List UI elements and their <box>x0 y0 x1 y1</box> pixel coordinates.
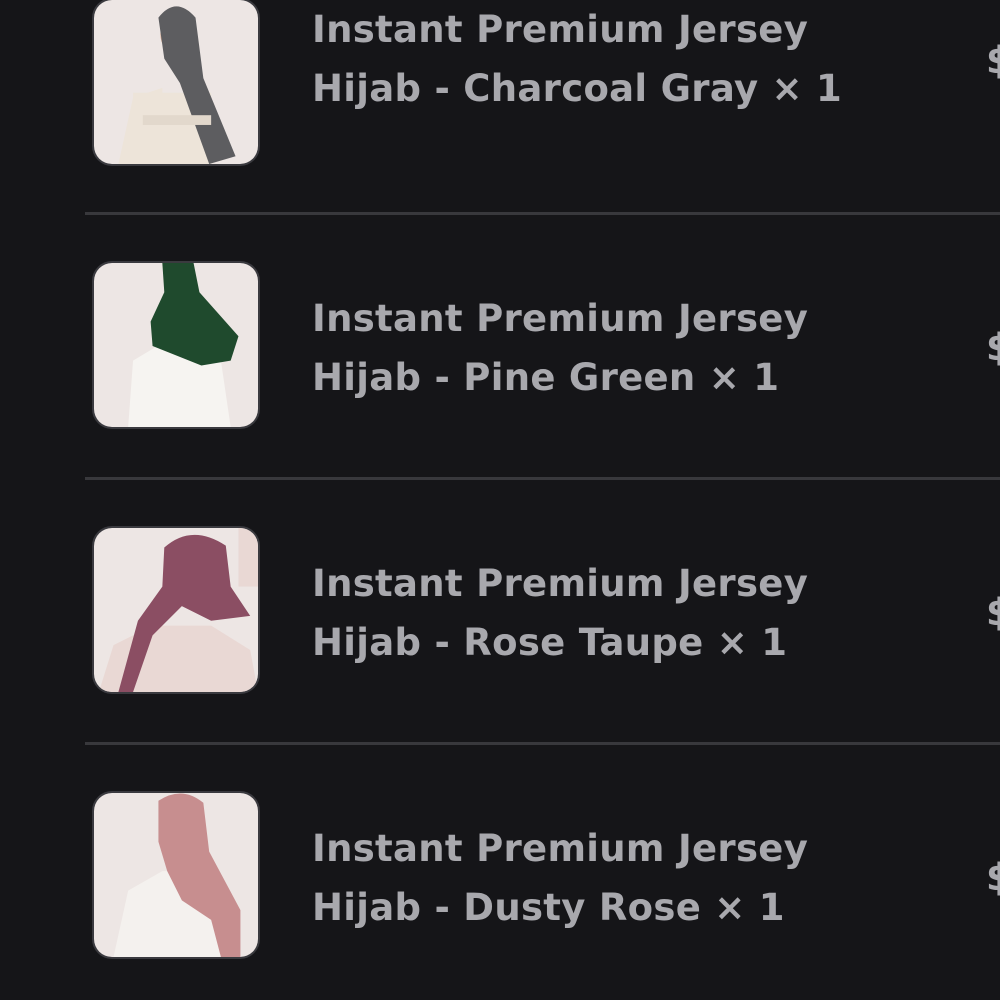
item-title-line-2: Hijab - Charcoal Gray × 1 <box>312 67 843 110</box>
item-title-line-1: Instant Premium Jersey <box>312 562 809 605</box>
order-item[interactable]: Instant Premium Jersey Hijab - Pine Gree… <box>0 214 1000 480</box>
order-item[interactable]: Instant Premium Jersey Hijab - Charcoal … <box>0 0 1000 214</box>
product-image <box>94 528 258 692</box>
item-price: $ <box>986 39 1000 82</box>
product-image <box>94 793 258 957</box>
item-title-line-1: Instant Premium Jersey <box>312 8 809 51</box>
product-image <box>94 263 258 427</box>
product-thumbnail <box>92 261 260 429</box>
item-price: $ <box>986 326 1000 369</box>
item-price: $ <box>986 591 1000 634</box>
order-item[interactable]: Instant Premium Jersey Hijab - Dusty Ros… <box>0 744 1000 1000</box>
item-title-line-2: Hijab - Dusty Rose × 1 <box>312 886 785 929</box>
product-image <box>94 0 258 164</box>
product-thumbnail <box>92 0 260 166</box>
item-title-line-2: Hijab - Pine Green × 1 <box>312 356 780 399</box>
order-item[interactable]: Instant Premium Jersey Hijab - Rose Taup… <box>0 479 1000 745</box>
item-title-line-2: Hijab - Rose Taupe × 1 <box>312 621 788 664</box>
item-price: $ <box>986 856 1000 899</box>
order-summary-list: Instant Premium Jersey Hijab - Charcoal … <box>0 0 1000 1000</box>
item-title-line-1: Instant Premium Jersey <box>312 827 809 870</box>
product-thumbnail <box>92 791 260 959</box>
product-thumbnail <box>92 526 260 694</box>
item-title-line-1: Instant Premium Jersey <box>312 297 809 340</box>
